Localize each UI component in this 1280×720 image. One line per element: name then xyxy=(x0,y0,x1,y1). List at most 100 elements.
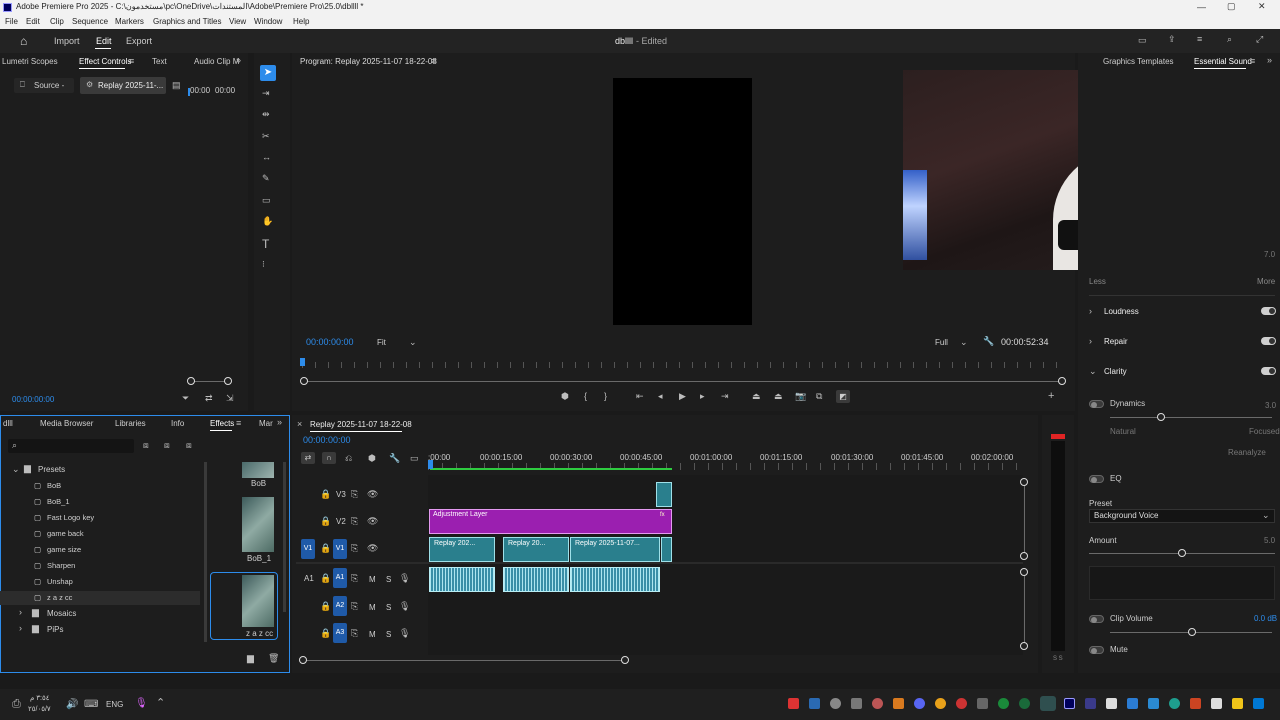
menu-file[interactable]: File xyxy=(5,18,18,26)
taskbar-app-12-icon[interactable] xyxy=(1019,698,1030,709)
wrench-icon[interactable]: 🔧 xyxy=(983,337,994,346)
tab-effects[interactable]: Effects xyxy=(210,420,234,428)
program-zoom-left[interactable] xyxy=(300,377,308,385)
taskbar-app-3-icon[interactable] xyxy=(830,698,841,709)
taskbar-app-7-icon[interactable] xyxy=(914,698,925,709)
thumb-bob[interactable] xyxy=(242,462,274,478)
step-forward-icon[interactable]: ▸ xyxy=(700,392,705,401)
clarity-chevron-icon[interactable]: ⌄ xyxy=(1089,367,1097,376)
v1-clip-3[interactable]: Replay 2025-11-07... xyxy=(570,537,660,562)
maximize-icon[interactable]: ▢ xyxy=(1227,2,1236,11)
tab-lumetri-scopes[interactable]: Lumetri Scopes xyxy=(2,58,58,66)
hand-tool-icon[interactable]: ✋ xyxy=(262,217,273,226)
mosaics-label[interactable]: Mosaics xyxy=(47,610,76,618)
a1-mute[interactable]: M xyxy=(369,576,376,584)
taskbar-app-5-icon[interactable] xyxy=(872,698,883,709)
work-area-bar[interactable] xyxy=(430,468,672,470)
preset-item-fast-logo-key[interactable]: ▢ Fast Logo key xyxy=(0,511,200,525)
network-icon[interactable]: ⌨ xyxy=(84,700,98,710)
add-button-icon[interactable]: + xyxy=(1048,391,1054,402)
ripple-edit-tool-icon[interactable]: ⇹ xyxy=(262,110,270,119)
taskbar-app-4-icon[interactable] xyxy=(851,698,862,709)
minimize-icon[interactable]: — xyxy=(1197,3,1206,12)
linked-selection-icon[interactable]: ⎌ xyxy=(345,454,352,463)
mute-toggle[interactable] xyxy=(1089,646,1104,654)
panel-menu-icon[interactable]: ≡ xyxy=(129,57,134,66)
repair-chevron-icon[interactable]: › xyxy=(1089,337,1092,346)
home-icon[interactable]: ⌂ xyxy=(20,35,27,47)
v1-target-button[interactable]: V1 xyxy=(333,539,347,559)
timeline-vscroll-top-b[interactable] xyxy=(1020,552,1028,560)
a3-mute[interactable]: M xyxy=(369,631,376,639)
taskbar-app-23-icon[interactable] xyxy=(1253,698,1264,709)
taskbar-premiere-icon[interactable] xyxy=(1064,698,1075,709)
menu-clip[interactable]: Clip xyxy=(50,18,64,26)
tab-graphics-templates[interactable]: Graphics Templates xyxy=(1103,58,1174,66)
nav-import[interactable]: Import xyxy=(54,37,80,46)
v3-clip[interactable] xyxy=(656,482,672,507)
v3-eye-icon[interactable]: 👁 xyxy=(367,490,378,499)
menu-edit[interactable]: Edit xyxy=(26,18,40,26)
dynamics-knob[interactable] xyxy=(1157,413,1165,421)
ec-timecode[interactable]: 00:00:00:00 xyxy=(12,396,54,404)
chevron-up-icon[interactable]: ⌃ xyxy=(156,698,165,709)
loudness-label[interactable]: Loudness xyxy=(1104,308,1139,316)
v1-clip-4[interactable] xyxy=(661,537,672,562)
ec-playhead[interactable] xyxy=(188,88,190,96)
taskbar-app-13-icon[interactable] xyxy=(1040,696,1056,711)
32bit-effects-icon[interactable]: ⧈ xyxy=(164,441,170,450)
effects-scrollbar[interactable] xyxy=(204,462,207,642)
a1-solo[interactable]: S xyxy=(386,576,391,584)
a1-clip-3[interactable] xyxy=(570,567,660,592)
caption-tool-icon[interactable]: ⁝ xyxy=(262,260,265,269)
tab-info[interactable]: Info xyxy=(171,420,184,428)
v2-eye-icon[interactable]: 👁 xyxy=(367,517,378,526)
taskbar-app-21-icon[interactable] xyxy=(1211,698,1222,709)
notifications-icon[interactable]: ⎙ xyxy=(12,699,21,710)
taskbar-app-8-icon[interactable] xyxy=(935,698,946,709)
close-icon[interactable]: ✕ xyxy=(1258,2,1266,11)
v2-label[interactable]: V2 xyxy=(336,518,346,526)
delete-icon[interactable]: 🗑 xyxy=(268,654,279,663)
export-icon[interactable]: ⇲ xyxy=(226,394,234,403)
a2-mute[interactable]: M xyxy=(369,604,376,612)
tab-effect-controls[interactable]: Effect Controls xyxy=(79,58,131,66)
workspace-icon[interactable]: ▭ xyxy=(1138,36,1147,45)
play-icon[interactable]: ▶ xyxy=(679,392,686,401)
a1-lock-icon[interactable]: 🔒 xyxy=(320,574,331,583)
repair-toggle[interactable] xyxy=(1261,337,1276,345)
timeline-vscroll-bottom-a[interactable] xyxy=(1020,568,1028,576)
a1-clip-2[interactable] xyxy=(503,567,569,592)
tab-media-browser[interactable]: Media Browser xyxy=(40,420,93,428)
timeline-close-icon[interactable]: × xyxy=(297,420,302,429)
panel-toggle-icon[interactable]: ▤ xyxy=(172,81,181,90)
a2-target-button[interactable]: A2 xyxy=(333,596,347,616)
menu-sequence[interactable]: Sequence xyxy=(72,18,108,26)
magnet-button[interactable]: ∩ xyxy=(322,452,336,464)
taskbar-app-1-icon[interactable] xyxy=(788,698,799,709)
track-select-tool-icon[interactable]: ⇥ xyxy=(262,89,270,98)
program-ruler[interactable] xyxy=(302,362,1062,368)
a3-target-button[interactable]: A3 xyxy=(333,623,347,643)
preset-item-sharpen[interactable]: ▢ Sharpen xyxy=(0,559,200,573)
fit-dropdown[interactable]: Fit xyxy=(377,339,386,347)
taskbar-app-11-icon[interactable] xyxy=(998,698,1009,709)
clarity-label[interactable]: Clarity xyxy=(1104,368,1127,376)
v1-sync-icon[interactable]: ⎘ xyxy=(351,544,358,553)
program-timecode[interactable]: 00:00:00:00 xyxy=(306,338,354,347)
a3-solo[interactable]: S xyxy=(386,631,391,639)
tab-audio-clip-mixer[interactable]: Audio Clip M xyxy=(194,58,239,66)
taskbar-app-10-icon[interactable] xyxy=(977,698,988,709)
timeline-vscroll-top[interactable] xyxy=(1024,482,1025,556)
go-to-in-icon[interactable]: ⇤ xyxy=(636,392,644,401)
timeline-vscroll-bottom[interactable] xyxy=(1024,572,1025,646)
a1-mic-icon[interactable]: 🎙 xyxy=(399,574,410,583)
rectangle-tool-icon[interactable]: ▭ xyxy=(262,196,271,205)
language-indicator[interactable]: ENG xyxy=(106,701,123,709)
a3-mic-icon[interactable]: 🎙 xyxy=(399,629,410,638)
timeline-tab[interactable]: Replay 2025-11-07 18-22-08 xyxy=(310,421,412,429)
taskbar-app-9-icon[interactable] xyxy=(956,698,967,709)
a2-sync-icon[interactable]: ⎘ xyxy=(351,602,358,611)
clarity-toggle[interactable] xyxy=(1261,367,1276,375)
audio-meter-solo[interactable]: S S xyxy=(1053,656,1063,662)
